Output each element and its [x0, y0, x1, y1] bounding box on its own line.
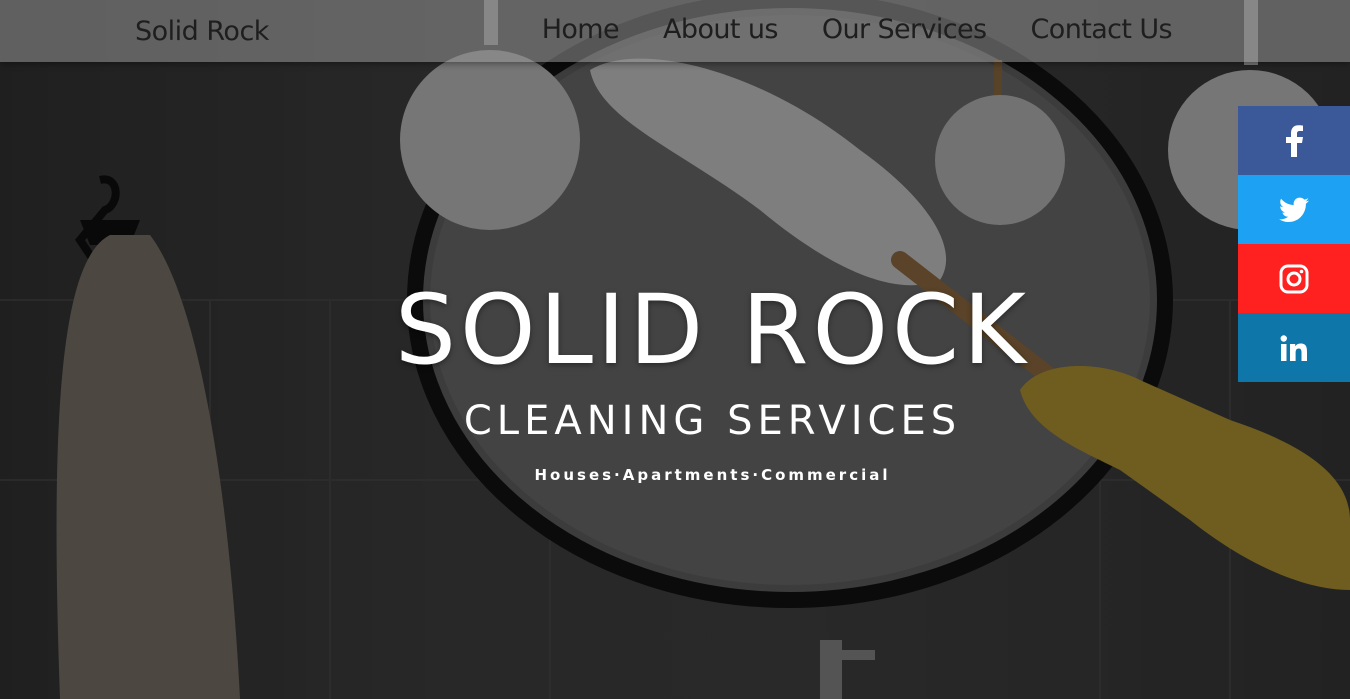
twitter-icon: [1279, 197, 1309, 222]
hero-subtitle: CLEANING SERVICES: [463, 398, 962, 444]
linkedin-button[interactable]: [1238, 313, 1350, 382]
hero-text: SOLID ROCK CLEANING SERVICES Houses·Apar…: [0, 270, 1350, 484]
top-navbar: Solid Rock Home About us Our Services Co…: [0, 0, 1350, 62]
page: Solid Rock Home About us Our Services Co…: [0, 0, 1350, 699]
instagram-icon: [1279, 264, 1309, 293]
twitter-button[interactable]: [1238, 175, 1350, 244]
nav-link-contact-us[interactable]: Contact Us: [1031, 14, 1173, 45]
nav-link-about-us[interactable]: About us: [663, 14, 778, 45]
facebook-icon: [1286, 124, 1303, 157]
hero-title: SOLID ROCK: [395, 274, 1030, 386]
hero-tagline: Houses·Apartments·Commercial: [534, 466, 891, 484]
brand-link[interactable]: Solid Rock: [135, 16, 269, 47]
facebook-button[interactable]: [1238, 106, 1350, 175]
nav-link-our-services[interactable]: Our Services: [822, 14, 987, 45]
nav-link-home[interactable]: Home: [542, 14, 620, 45]
social-sidebar: [1238, 106, 1350, 382]
instagram-button[interactable]: [1238, 244, 1350, 313]
nav-links: Home About us Our Services Contact Us: [542, 14, 1173, 45]
linkedin-icon: [1280, 334, 1307, 361]
